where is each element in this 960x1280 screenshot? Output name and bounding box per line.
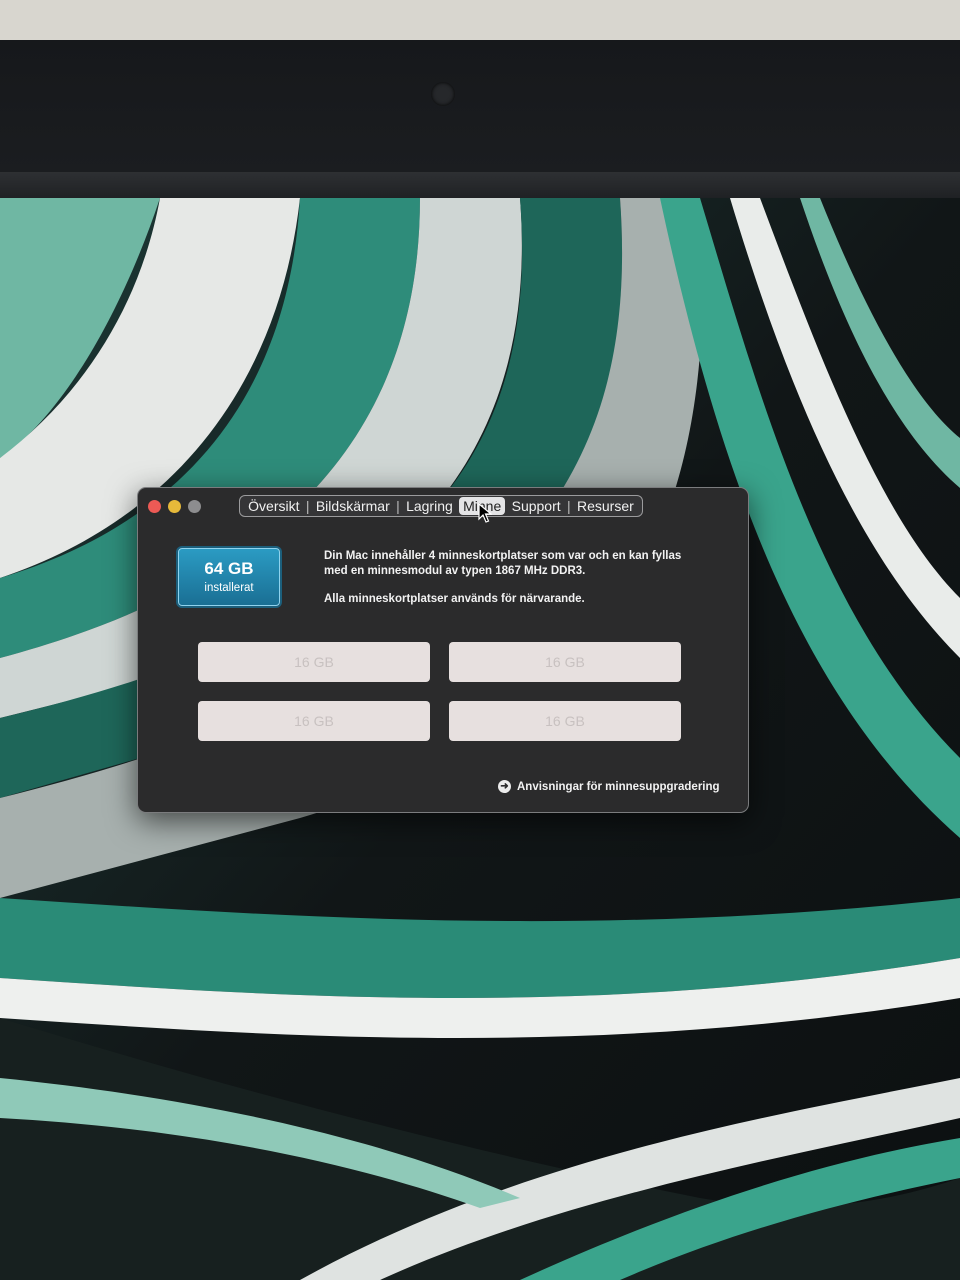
memory-description: Din Mac innehåller 4 minneskortplatser s… [324, 549, 684, 607]
memory-slots-status: Alla minneskortplatser används för närva… [324, 593, 585, 605]
tab-separator: | [396, 498, 400, 514]
arrow-right-circle-icon: ➜ [498, 780, 511, 793]
installed-memory-size: 64 GB [204, 559, 254, 578]
memory-slot-2: 16 GB [449, 642, 681, 682]
memory-slot-1: 16 GB [198, 642, 430, 682]
tab-support[interactable]: Support [508, 497, 565, 515]
webcam [431, 82, 455, 106]
tab-oversikt[interactable]: Översikt [244, 497, 303, 515]
memory-upgrade-link[interactable]: ➜ Anvisningar för minnesuppgradering [498, 780, 720, 793]
tab-separator: | [305, 498, 310, 514]
mouse-pointer-icon [478, 503, 492, 523]
bezel-lip [0, 172, 960, 198]
memory-slot-3: 16 GB [198, 701, 430, 741]
tab-bar: Översikt | Bildskärmar | Lagring Minne S… [239, 495, 643, 517]
zoom-button[interactable] [188, 500, 201, 513]
memory-slot-4: 16 GB [449, 701, 681, 741]
installed-memory-label: installerat [204, 582, 254, 594]
memory-slots-info: Din Mac innehåller 4 minneskortplatser s… [324, 550, 682, 577]
memory-upgrade-link-label[interactable]: Anvisningar för minnesuppgradering [517, 781, 720, 793]
close-button[interactable] [148, 500, 161, 513]
minimize-button[interactable] [168, 500, 181, 513]
about-this-mac-window: Översikt | Bildskärmar | Lagring Minne S… [137, 487, 749, 813]
camera-bar [0, 40, 960, 172]
installed-memory-badge: 64 GB installerat [178, 548, 280, 606]
tab-separator: | [567, 498, 571, 514]
tab-bildskarmar[interactable]: Bildskärmar [312, 497, 394, 515]
tab-lagring[interactable]: Lagring [402, 497, 457, 515]
tab-resurser[interactable]: Resurser [573, 497, 638, 515]
